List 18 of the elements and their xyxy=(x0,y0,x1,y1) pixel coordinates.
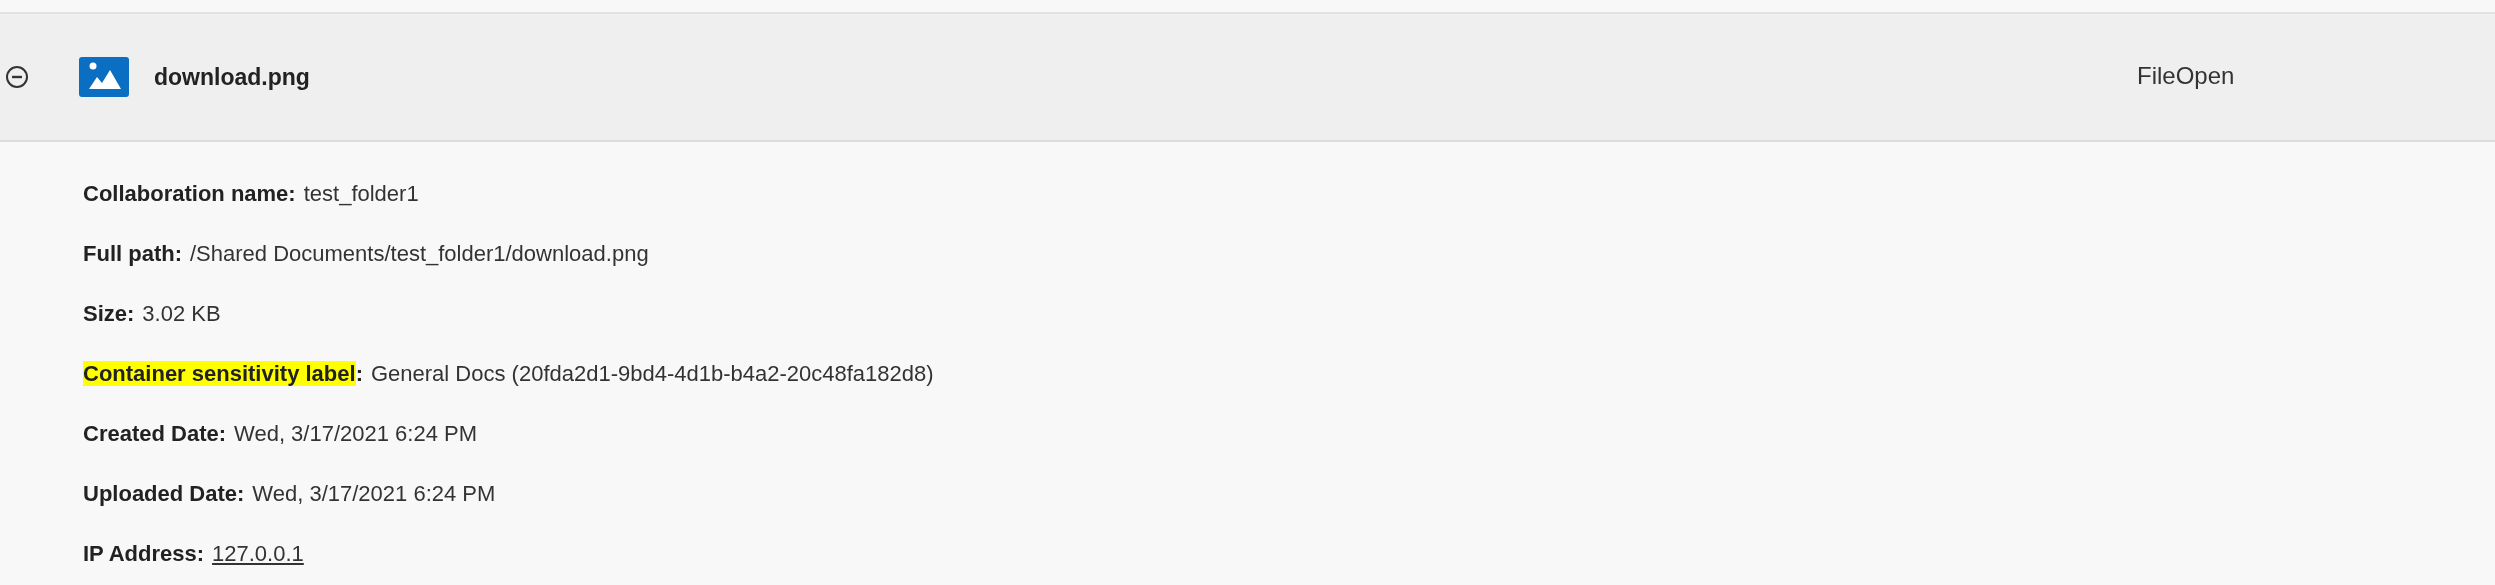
operation-name: FileOpen xyxy=(2137,62,2235,90)
detail-value: test_folder1 xyxy=(303,181,419,207)
detail-label: Collaboration name: xyxy=(83,181,296,207)
detail-label: Full path: xyxy=(83,241,182,267)
detail-value: Wed, 3/17/2021 6:24 PM xyxy=(252,481,496,507)
detail-value: 3.02 KB xyxy=(142,301,221,327)
detail-label: Uploaded Date: xyxy=(83,481,245,507)
detail-label: Container sensitivity label: xyxy=(83,361,363,387)
detail-value: Wed, 3/17/2021 6:24 PM xyxy=(234,421,478,447)
detail-value: /Shared Documents/test_folder1/download.png xyxy=(190,241,649,267)
detail-label: Created Date: xyxy=(83,421,227,447)
detail-label: IP Address: xyxy=(83,541,205,567)
detail-value: General Docs (20fda2d1-9bd4-4d1b-b4a2-20c48fa182d8) xyxy=(370,361,934,387)
image-icon xyxy=(79,57,129,97)
ip-address-link[interactable]: 127.0.0.1 xyxy=(212,541,304,567)
collapse-button[interactable] xyxy=(4,64,30,90)
file-name: download.png xyxy=(154,63,310,91)
detail-label: Size: xyxy=(83,301,135,327)
